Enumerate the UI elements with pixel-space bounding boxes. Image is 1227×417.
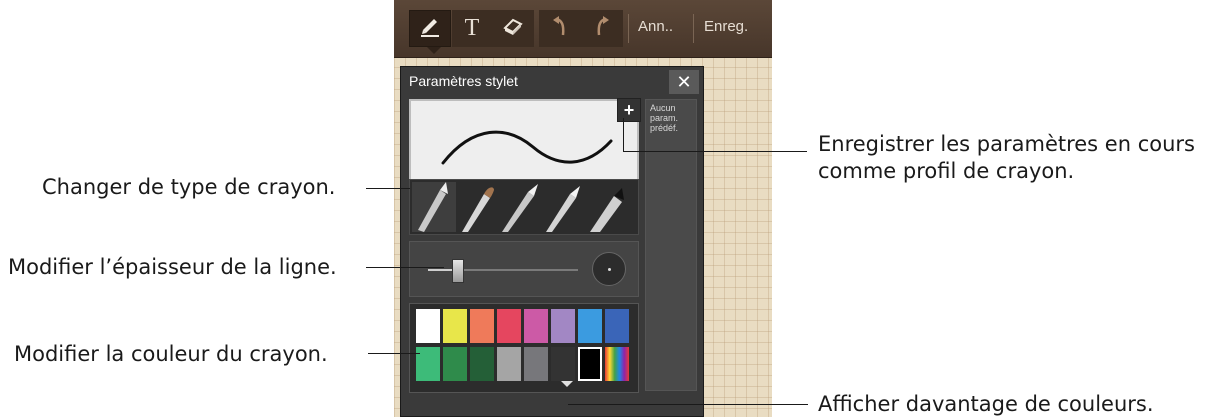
callout-line-save-profile: [623, 151, 807, 152]
callout-change-thickness: Modifier l’épaisseur de la ligne.: [8, 255, 337, 279]
color-swatch[interactable]: [470, 347, 494, 381]
callout-line-save-profile-vertical: [623, 118, 624, 152]
color-swatch[interactable]: [416, 309, 440, 343]
color-swatch[interactable]: [551, 309, 575, 343]
callout-change-color: Modifier la couleur du crayon.: [14, 342, 328, 366]
callout-line-thickness: [366, 267, 444, 268]
cancel-button[interactable]: Ann..: [638, 18, 673, 35]
thickness-slider-handle[interactable]: [452, 259, 464, 283]
pen-type-calligraphy[interactable]: [502, 184, 538, 232]
callout-save-profile-line2: comme profil de crayon.: [818, 159, 1075, 183]
undo-icon: [551, 15, 569, 42]
color-swatch[interactable]: [497, 347, 521, 381]
pen-icon: [419, 15, 441, 42]
color-swatch[interactable]: [551, 347, 575, 381]
callout-line-more-colors: [568, 404, 808, 405]
color-swatch[interactable]: [497, 309, 521, 343]
eraser-tool-button[interactable]: [492, 10, 534, 47]
toolbar-divider: [628, 14, 629, 43]
thickness-slider-track[interactable]: [428, 269, 578, 271]
stylus-settings-panel: Paramètres stylet ✕ + Aucun param. prédé…: [400, 66, 704, 417]
pen-type-fountain[interactable]: [412, 182, 456, 232]
redo-icon: [593, 15, 611, 42]
save-button[interactable]: Enreg.: [704, 18, 748, 35]
color-swatch[interactable]: [578, 309, 602, 343]
thickness-preview: [592, 252, 626, 286]
more-colors-arrow-icon[interactable]: [560, 380, 574, 387]
color-swatch[interactable]: [524, 309, 548, 343]
add-preset-button[interactable]: +: [617, 98, 641, 122]
redo-button[interactable]: [581, 10, 623, 47]
presets-empty-text: Aucun param. prédéf.: [650, 103, 679, 133]
pen-type-selector[interactable]: [409, 179, 639, 235]
plus-icon: +: [623, 99, 635, 120]
pen-type-marker[interactable]: [590, 188, 624, 232]
presets-list[interactable]: Aucun param. prédéf.: [645, 99, 697, 391]
color-palette: [409, 303, 639, 393]
color-swatch[interactable]: [524, 347, 548, 381]
pen-tool-button[interactable]: [409, 10, 451, 54]
thickness-preview-dot: [608, 268, 611, 271]
callout-more-colors: Afficher davantage de couleurs.: [818, 392, 1154, 416]
callout-save-profile-line1: Enregistrer les paramètres en cours: [818, 132, 1195, 156]
pen-type-pencil[interactable]: [546, 186, 580, 232]
screen-figure: T Ann.. Enreg. Paramètres stylet ✕ + Auc…: [0, 0, 1227, 417]
color-swatch[interactable]: [578, 347, 602, 381]
panel-title: Paramètres stylet: [409, 73, 518, 89]
toolbar-divider: [693, 14, 694, 43]
callout-line-pen-type: [366, 188, 410, 189]
close-button[interactable]: ✕: [669, 70, 699, 94]
text-tool-button[interactable]: T: [452, 10, 492, 47]
eraser-icon: [501, 16, 525, 41]
toolbar: T Ann.. Enreg.: [394, 0, 772, 58]
color-swatch[interactable]: [470, 309, 494, 343]
color-swatch-spectrum[interactable]: [605, 347, 629, 381]
callout-line-color: [368, 353, 420, 354]
thickness-control: [409, 241, 639, 297]
color-swatch[interactable]: [605, 309, 629, 343]
color-swatch[interactable]: [443, 309, 467, 343]
undo-button[interactable]: [539, 10, 581, 47]
close-icon: ✕: [676, 71, 692, 92]
text-icon: T: [464, 15, 480, 41]
callout-change-pen-type: Changer de type de crayon.: [42, 175, 336, 199]
pen-type-brush[interactable]: [462, 187, 494, 232]
color-swatch[interactable]: [443, 347, 467, 381]
